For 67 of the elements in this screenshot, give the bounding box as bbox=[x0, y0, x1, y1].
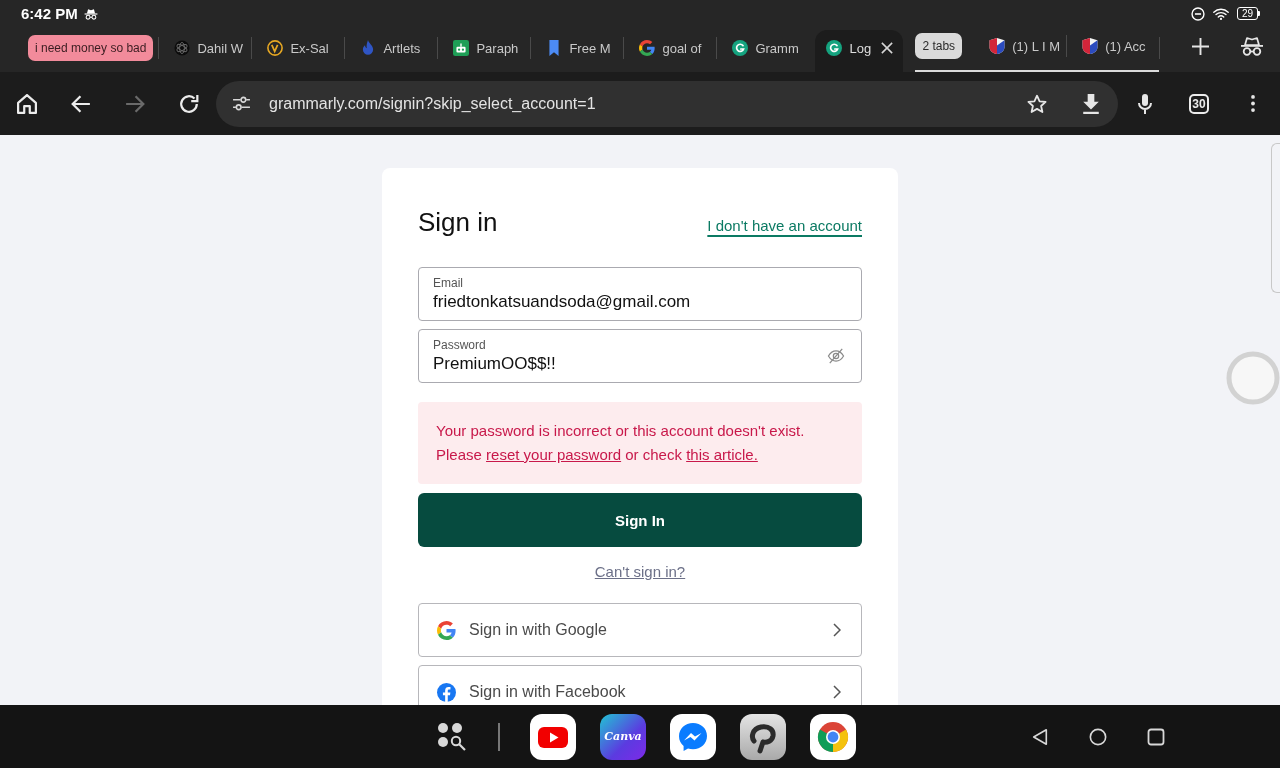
download-icon bbox=[1081, 93, 1101, 114]
chat-bubble-app-icon[interactable] bbox=[670, 713, 716, 760]
browser-tab[interactable]: (1) Acc bbox=[1067, 28, 1160, 70]
sign-in-button[interactable]: Sign In bbox=[418, 493, 862, 547]
microphone-icon bbox=[1135, 93, 1155, 114]
error-message: Your password is incorrect or this account doesn't exist. Please reset your password or check this article. bbox=[436, 421, 806, 465]
plus-icon bbox=[1191, 37, 1209, 55]
circle-badge-icon bbox=[267, 40, 284, 56]
more-menu-icon bbox=[1251, 95, 1255, 112]
robot-icon bbox=[453, 40, 470, 56]
browser-tab[interactable]: Artlets bbox=[345, 30, 438, 72]
chevron-right-icon bbox=[833, 623, 841, 637]
tab-group-chip[interactable]: 2 tabs bbox=[915, 33, 963, 59]
facebook-sign-in-button[interactable]: Sign in with Facebook bbox=[418, 665, 862, 705]
incognito-icon bbox=[1240, 36, 1264, 56]
home-circle-icon[interactable] bbox=[1089, 727, 1107, 746]
browser-app-icon[interactable] bbox=[810, 713, 856, 760]
password-field[interactable]: Password PremiumOO$$!! bbox=[418, 329, 862, 383]
wifi-icon bbox=[1212, 7, 1229, 20]
browser-tab[interactable]: Dahil W bbox=[159, 30, 252, 72]
forward-arrow-icon bbox=[125, 93, 145, 114]
address-bar[interactable]: grammarly.com/signin?skip_select_account=1 bbox=[216, 80, 1118, 127]
g-logo-icon bbox=[437, 620, 456, 640]
shield-icon bbox=[1082, 38, 1099, 54]
text-logo-app-button[interactable]: Canva bbox=[600, 713, 646, 760]
home-icon bbox=[17, 93, 37, 114]
swirl-app-icon[interactable] bbox=[740, 713, 786, 760]
tab-switcher-button[interactable]: 30 bbox=[1172, 80, 1226, 127]
sign-up-link[interactable]: I don't have an account bbox=[707, 217, 862, 234]
app-drawer-icon[interactable] bbox=[437, 721, 467, 752]
browser-tab[interactable]: Log bbox=[815, 30, 904, 72]
rosette-icon bbox=[174, 40, 191, 56]
browser-tab[interactable]: Ex-Sal bbox=[252, 30, 345, 72]
browser-tab[interactable]: Gramm bbox=[717, 30, 810, 72]
browser-tab[interactable]: Free M bbox=[531, 30, 624, 72]
back-arrow-icon bbox=[71, 93, 91, 114]
inline-link[interactable]: reset your password bbox=[486, 446, 622, 463]
f-logo-icon bbox=[437, 682, 456, 702]
browser-tab[interactable]: goal of bbox=[624, 30, 717, 72]
browser-tab[interactable]: Paraph bbox=[438, 30, 531, 72]
back-triangle-icon[interactable] bbox=[1031, 727, 1049, 746]
google-sign-in-button[interactable]: Sign in with Google bbox=[418, 603, 862, 657]
clock-time: 6:42 PM bbox=[21, 5, 78, 22]
email-field[interactable]: Email friedtonkatsuandsoda@gmail.com bbox=[418, 267, 862, 321]
field-label: Password bbox=[433, 337, 486, 352]
play-app-icon[interactable] bbox=[530, 713, 576, 760]
page-heading: Sign in bbox=[418, 206, 498, 238]
field-label: Email bbox=[433, 275, 463, 290]
battery-indicator: 29 bbox=[1236, 7, 1260, 20]
site-settings-icon[interactable] bbox=[232, 96, 251, 111]
inline-link[interactable]: this article. bbox=[686, 446, 758, 463]
chevron-right-icon bbox=[833, 685, 841, 699]
incognito-icon bbox=[83, 7, 98, 20]
tab-group-chip[interactable]: i need money so bad bbox=[28, 35, 154, 61]
shield-icon bbox=[989, 38, 1006, 54]
reload-icon bbox=[179, 93, 199, 114]
cant-sign-in-link[interactable]: Can't sign in? bbox=[594, 560, 686, 584]
edge-panel-handle[interactable] bbox=[1271, 143, 1280, 293]
star-icon bbox=[1027, 93, 1047, 114]
g-circle-icon bbox=[826, 40, 843, 56]
recent-apps-icon[interactable] bbox=[1147, 727, 1165, 746]
g-circle-icon bbox=[732, 40, 749, 56]
eye-slash-icon[interactable] bbox=[827, 348, 845, 364]
browser-tab[interactable]: (1) L I M bbox=[974, 28, 1067, 70]
do-not-disturb-icon bbox=[1190, 6, 1205, 21]
close-icon[interactable] bbox=[881, 42, 894, 54]
g-logo-icon bbox=[639, 40, 656, 56]
